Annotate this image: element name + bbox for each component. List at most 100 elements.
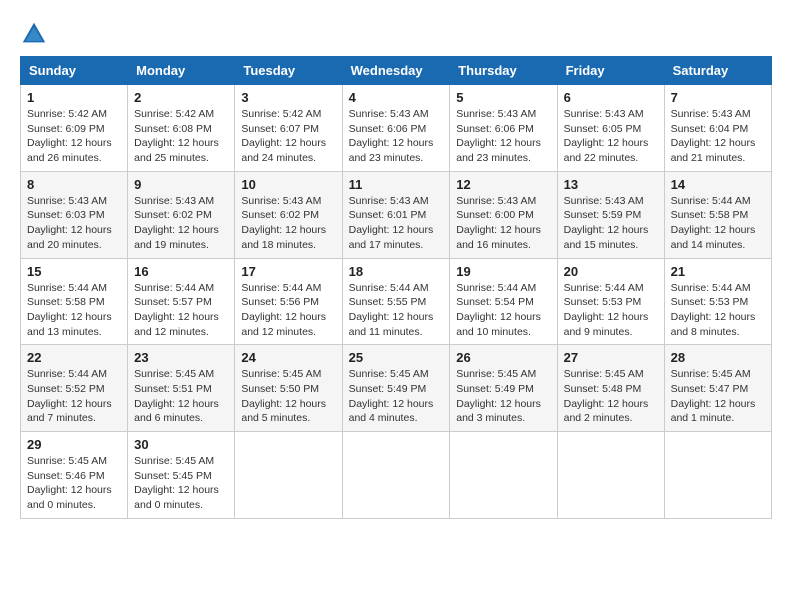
day-number: 5: [456, 90, 550, 105]
calendar-cell: 2 Sunrise: 5:42 AM Sunset: 6:08 PM Dayli…: [128, 85, 235, 172]
day-info: Sunrise: 5:43 AM Sunset: 6:06 PM Dayligh…: [456, 107, 550, 166]
day-number: 18: [349, 264, 444, 279]
day-info: Sunrise: 5:45 AM Sunset: 5:48 PM Dayligh…: [564, 367, 658, 426]
calendar-cell: [664, 432, 771, 519]
calendar-cell: 7 Sunrise: 5:43 AM Sunset: 6:04 PM Dayli…: [664, 85, 771, 172]
calendar-cell: 16 Sunrise: 5:44 AM Sunset: 5:57 PM Dayl…: [128, 258, 235, 345]
calendar-cell: 19 Sunrise: 5:44 AM Sunset: 5:54 PM Dayl…: [450, 258, 557, 345]
day-info: Sunrise: 5:43 AM Sunset: 5:59 PM Dayligh…: [564, 194, 658, 253]
header-tuesday: Tuesday: [235, 57, 342, 85]
calendar-cell: 6 Sunrise: 5:43 AM Sunset: 6:05 PM Dayli…: [557, 85, 664, 172]
day-number: 21: [671, 264, 765, 279]
calendar-cell: 29 Sunrise: 5:45 AM Sunset: 5:46 PM Dayl…: [21, 432, 128, 519]
logo: [20, 20, 52, 48]
header-monday: Monday: [128, 57, 235, 85]
day-number: 6: [564, 90, 658, 105]
day-number: 24: [241, 350, 335, 365]
day-number: 3: [241, 90, 335, 105]
day-number: 2: [134, 90, 228, 105]
day-info: Sunrise: 5:45 AM Sunset: 5:49 PM Dayligh…: [349, 367, 444, 426]
day-number: 14: [671, 177, 765, 192]
header-wednesday: Wednesday: [342, 57, 450, 85]
calendar-cell: 5 Sunrise: 5:43 AM Sunset: 6:06 PM Dayli…: [450, 85, 557, 172]
day-info: Sunrise: 5:43 AM Sunset: 6:00 PM Dayligh…: [456, 194, 550, 253]
day-info: Sunrise: 5:44 AM Sunset: 5:52 PM Dayligh…: [27, 367, 121, 426]
calendar-cell: 18 Sunrise: 5:44 AM Sunset: 5:55 PM Dayl…: [342, 258, 450, 345]
day-number: 23: [134, 350, 228, 365]
day-number: 13: [564, 177, 658, 192]
day-number: 29: [27, 437, 121, 452]
calendar-cell: 17 Sunrise: 5:44 AM Sunset: 5:56 PM Dayl…: [235, 258, 342, 345]
day-number: 20: [564, 264, 658, 279]
day-info: Sunrise: 5:43 AM Sunset: 6:04 PM Dayligh…: [671, 107, 765, 166]
day-number: 22: [27, 350, 121, 365]
day-number: 1: [27, 90, 121, 105]
day-info: Sunrise: 5:42 AM Sunset: 6:07 PM Dayligh…: [241, 107, 335, 166]
calendar-cell: 28 Sunrise: 5:45 AM Sunset: 5:47 PM Dayl…: [664, 345, 771, 432]
day-number: 30: [134, 437, 228, 452]
calendar-cell: [235, 432, 342, 519]
day-info: Sunrise: 5:44 AM Sunset: 5:54 PM Dayligh…: [456, 281, 550, 340]
day-info: Sunrise: 5:44 AM Sunset: 5:57 PM Dayligh…: [134, 281, 228, 340]
calendar-cell: 11 Sunrise: 5:43 AM Sunset: 6:01 PM Dayl…: [342, 171, 450, 258]
calendar-cell: 23 Sunrise: 5:45 AM Sunset: 5:51 PM Dayl…: [128, 345, 235, 432]
header-thursday: Thursday: [450, 57, 557, 85]
calendar-cell: 30 Sunrise: 5:45 AM Sunset: 5:45 PM Dayl…: [128, 432, 235, 519]
calendar-cell: 12 Sunrise: 5:43 AM Sunset: 6:00 PM Dayl…: [450, 171, 557, 258]
calendar-cell: 15 Sunrise: 5:44 AM Sunset: 5:58 PM Dayl…: [21, 258, 128, 345]
day-number: 25: [349, 350, 444, 365]
calendar-cell: 3 Sunrise: 5:42 AM Sunset: 6:07 PM Dayli…: [235, 85, 342, 172]
day-info: Sunrise: 5:44 AM Sunset: 5:53 PM Dayligh…: [564, 281, 658, 340]
day-info: Sunrise: 5:43 AM Sunset: 6:02 PM Dayligh…: [241, 194, 335, 253]
calendar-cell: 1 Sunrise: 5:42 AM Sunset: 6:09 PM Dayli…: [21, 85, 128, 172]
page-header: [20, 20, 772, 48]
calendar-week-1: 1 Sunrise: 5:42 AM Sunset: 6:09 PM Dayli…: [21, 85, 772, 172]
day-info: Sunrise: 5:43 AM Sunset: 6:03 PM Dayligh…: [27, 194, 121, 253]
day-info: Sunrise: 5:43 AM Sunset: 6:01 PM Dayligh…: [349, 194, 444, 253]
day-info: Sunrise: 5:45 AM Sunset: 5:46 PM Dayligh…: [27, 454, 121, 513]
header-saturday: Saturday: [664, 57, 771, 85]
day-info: Sunrise: 5:45 AM Sunset: 5:45 PM Dayligh…: [134, 454, 228, 513]
day-info: Sunrise: 5:44 AM Sunset: 5:58 PM Dayligh…: [671, 194, 765, 253]
day-number: 26: [456, 350, 550, 365]
day-number: 10: [241, 177, 335, 192]
day-number: 19: [456, 264, 550, 279]
calendar-table: SundayMondayTuesdayWednesdayThursdayFrid…: [20, 56, 772, 519]
calendar-week-5: 29 Sunrise: 5:45 AM Sunset: 5:46 PM Dayl…: [21, 432, 772, 519]
logo-icon: [20, 20, 48, 48]
calendar-cell: 8 Sunrise: 5:43 AM Sunset: 6:03 PM Dayli…: [21, 171, 128, 258]
day-info: Sunrise: 5:45 AM Sunset: 5:49 PM Dayligh…: [456, 367, 550, 426]
day-info: Sunrise: 5:45 AM Sunset: 5:51 PM Dayligh…: [134, 367, 228, 426]
day-number: 17: [241, 264, 335, 279]
calendar-cell: 25 Sunrise: 5:45 AM Sunset: 5:49 PM Dayl…: [342, 345, 450, 432]
calendar-week-4: 22 Sunrise: 5:44 AM Sunset: 5:52 PM Dayl…: [21, 345, 772, 432]
calendar-cell: 13 Sunrise: 5:43 AM Sunset: 5:59 PM Dayl…: [557, 171, 664, 258]
calendar-cell: [342, 432, 450, 519]
calendar-cell: [557, 432, 664, 519]
day-number: 9: [134, 177, 228, 192]
day-number: 28: [671, 350, 765, 365]
day-info: Sunrise: 5:42 AM Sunset: 6:08 PM Dayligh…: [134, 107, 228, 166]
day-number: 16: [134, 264, 228, 279]
calendar-cell: 21 Sunrise: 5:44 AM Sunset: 5:53 PM Dayl…: [664, 258, 771, 345]
day-info: Sunrise: 5:44 AM Sunset: 5:53 PM Dayligh…: [671, 281, 765, 340]
calendar-cell: 20 Sunrise: 5:44 AM Sunset: 5:53 PM Dayl…: [557, 258, 664, 345]
day-info: Sunrise: 5:45 AM Sunset: 5:50 PM Dayligh…: [241, 367, 335, 426]
day-info: Sunrise: 5:43 AM Sunset: 6:06 PM Dayligh…: [349, 107, 444, 166]
calendar-cell: 27 Sunrise: 5:45 AM Sunset: 5:48 PM Dayl…: [557, 345, 664, 432]
day-info: Sunrise: 5:42 AM Sunset: 6:09 PM Dayligh…: [27, 107, 121, 166]
day-number: 12: [456, 177, 550, 192]
header-friday: Friday: [557, 57, 664, 85]
day-info: Sunrise: 5:44 AM Sunset: 5:55 PM Dayligh…: [349, 281, 444, 340]
calendar-cell: [450, 432, 557, 519]
calendar-cell: 14 Sunrise: 5:44 AM Sunset: 5:58 PM Dayl…: [664, 171, 771, 258]
day-number: 8: [27, 177, 121, 192]
calendar-cell: 24 Sunrise: 5:45 AM Sunset: 5:50 PM Dayl…: [235, 345, 342, 432]
day-number: 11: [349, 177, 444, 192]
day-info: Sunrise: 5:43 AM Sunset: 6:05 PM Dayligh…: [564, 107, 658, 166]
calendar-cell: 10 Sunrise: 5:43 AM Sunset: 6:02 PM Dayl…: [235, 171, 342, 258]
day-number: 27: [564, 350, 658, 365]
day-number: 4: [349, 90, 444, 105]
header-sunday: Sunday: [21, 57, 128, 85]
calendar-header-row: SundayMondayTuesdayWednesdayThursdayFrid…: [21, 57, 772, 85]
